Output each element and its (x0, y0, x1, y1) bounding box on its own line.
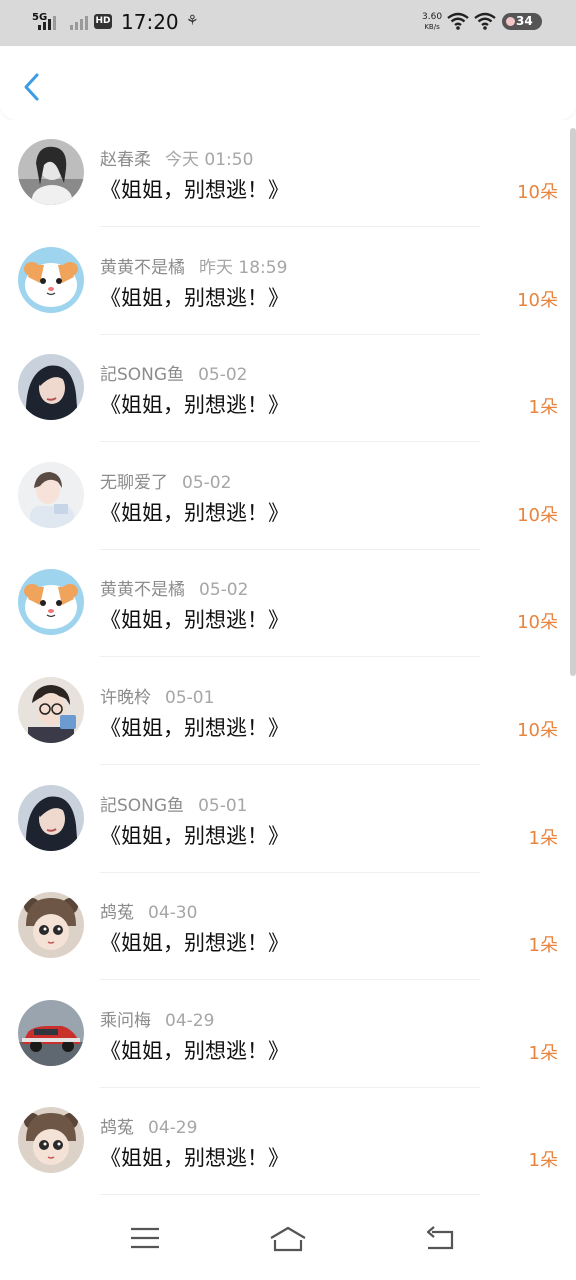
list-item[interactable]: 記SONG鱼 05-02 《姐姐，别想逃！》 1朵 (0, 335, 576, 443)
flower-count: 10朵 (517, 612, 558, 634)
book-title: 《姐姐，别想逃！》 (100, 1146, 289, 1171)
avatar[interactable] (18, 677, 84, 743)
user-name[interactable]: 鸪菟 (100, 903, 134, 923)
menu-icon[interactable] (130, 1226, 160, 1250)
battery-level: 34 (516, 14, 533, 28)
avatar[interactable] (18, 139, 84, 205)
battery-saver-icon (506, 17, 515, 26)
wifi-icon (447, 12, 469, 30)
user-name[interactable]: 黄黄不是橘 (100, 258, 185, 278)
user-name[interactable]: 記SONG鱼 (100, 796, 184, 816)
flower-count: 1朵 (528, 397, 558, 419)
list-item[interactable]: 鸪菟 04-30 《姐姐，别想逃！》 1朵 (0, 873, 576, 981)
flower-count: 1朵 (528, 935, 558, 957)
avatar[interactable] (18, 999, 84, 1066)
timestamp: 05-02 (199, 580, 249, 601)
gift-record-list: 赵春柔 今天 01:50 《姐姐，别想逃！》 10朵 黄黄不是橘 昨天 18:59 《姐姐，… (0, 120, 576, 1196)
notification-icon: ⚘ (186, 13, 199, 29)
list-item[interactable]: 記SONG鱼 05-01 《姐姐，别想逃！》 1朵 (0, 766, 576, 873)
avatar[interactable] (18, 892, 84, 959)
user-info: 赵春柔 今天 01:50 (100, 145, 253, 170)
status-time: 17:20 (121, 10, 179, 34)
net-speed-unit: KB/s (424, 23, 440, 31)
book-title: 《姐姐，别想逃！》 (100, 823, 289, 848)
user-info: 鸪菟 04-30 (100, 898, 197, 923)
system-nav-bar (0, 1196, 576, 1280)
flower-count: 1朵 (528, 827, 558, 849)
user-info: 黄黄不是橘 昨天 18:59 (100, 253, 287, 278)
user-info: 乘问梅 04-29 (100, 1006, 214, 1031)
back-icon[interactable] (424, 1226, 456, 1252)
list-item[interactable]: 许晚柃 05-01 《姐姐，别想逃！》 10朵 (0, 658, 576, 765)
signal-strength-icon (38, 14, 56, 30)
flower-count: 10朵 (517, 289, 558, 311)
user-info: 記SONG鱼 05-01 (100, 791, 247, 816)
user-name[interactable]: 许晚柃 (100, 688, 151, 708)
avatar[interactable] (18, 784, 84, 851)
book-title: 《姐姐，别想逃！》 (100, 931, 289, 956)
user-name[interactable]: 鸪菟 (100, 1118, 134, 1138)
timestamp: 今天 01:50 (165, 150, 254, 170)
home-icon[interactable] (269, 1226, 307, 1252)
list-item[interactable]: 鸪菟 04-29 《姐姐，别想逃！》 1朵 (0, 1088, 576, 1196)
timestamp: 05-01 (198, 795, 248, 816)
avatar[interactable] (18, 461, 84, 528)
avatar[interactable] (18, 246, 84, 313)
timestamp: 05-02 (198, 365, 248, 386)
flower-count: 1朵 (528, 1042, 558, 1064)
network-speed: 3.60 KB/s (422, 12, 442, 32)
user-info: 许晚柃 05-01 (100, 683, 214, 708)
timestamp: 05-01 (165, 688, 215, 708)
timestamp: 04-29 (165, 1010, 215, 1031)
flower-count: 10朵 (517, 720, 558, 741)
flower-count: 1朵 (528, 1150, 558, 1172)
book-title: 《姐姐，别想逃！》 (100, 716, 289, 740)
user-name[interactable]: 黄黄不是橘 (100, 580, 185, 600)
hd-voice-icon: HD (94, 14, 112, 29)
timestamp: 昨天 18:59 (199, 257, 288, 278)
flower-count: 10朵 (517, 182, 558, 203)
avatar[interactable] (18, 569, 84, 636)
book-title: 《姐姐，别想逃！》 (100, 500, 289, 525)
flower-count: 10朵 (517, 504, 558, 526)
book-title: 《姐姐，别想逃！》 (100, 285, 289, 310)
user-name[interactable]: 乘问梅 (100, 1011, 151, 1031)
avatar[interactable] (18, 1107, 84, 1174)
timestamp: 04-29 (148, 1118, 198, 1139)
user-info: 鸪菟 04-29 (100, 1113, 197, 1138)
user-name[interactable]: 无聊爱了 (100, 473, 168, 493)
status-bar: 5G HD 17:20 ⚘ 3.60 KB/s 34 (0, 0, 576, 46)
list-item[interactable]: 黄黄不是橘 05-02 《姐姐，别想逃！》 10朵 (0, 550, 576, 658)
book-title: 《姐姐，别想逃！》 (100, 1038, 289, 1063)
net-speed-value: 3.60 (422, 12, 443, 22)
user-info: 黄黄不是橘 05-02 (100, 575, 248, 600)
book-title: 《姐姐，别想逃！》 (100, 178, 289, 202)
header (0, 46, 576, 120)
book-title: 《姐姐，别想逃！》 (100, 608, 289, 633)
book-title: 《姐姐，别想逃！》 (100, 393, 289, 418)
signal-strength-2-icon (70, 14, 88, 30)
avatar[interactable] (18, 354, 84, 421)
timestamp: 04-30 (148, 903, 198, 924)
list-item[interactable]: 无聊爱了 05-02 《姐姐，别想逃！》 10朵 (0, 443, 576, 550)
user-name[interactable]: 記SONG鱼 (100, 365, 184, 385)
user-info: 无聊爱了 05-02 (100, 468, 231, 493)
list-item[interactable]: 乘问梅 04-29 《姐姐，别想逃！》 1朵 (0, 981, 576, 1088)
battery-icon: 34 (502, 13, 542, 30)
list-item[interactable]: 黄黄不是橘 昨天 18:59 《姐姐，别想逃！》 10朵 (0, 228, 576, 335)
user-info: 記SONG鱼 05-02 (100, 360, 247, 385)
wifi-2-icon (474, 12, 496, 30)
chevron-left-icon[interactable] (18, 70, 46, 104)
timestamp: 05-02 (182, 472, 232, 493)
scrollbar[interactable] (570, 128, 576, 676)
list-item[interactable]: 赵春柔 今天 01:50 《姐姐，别想逃！》 10朵 (0, 120, 576, 227)
user-name[interactable]: 赵春柔 (100, 150, 151, 170)
